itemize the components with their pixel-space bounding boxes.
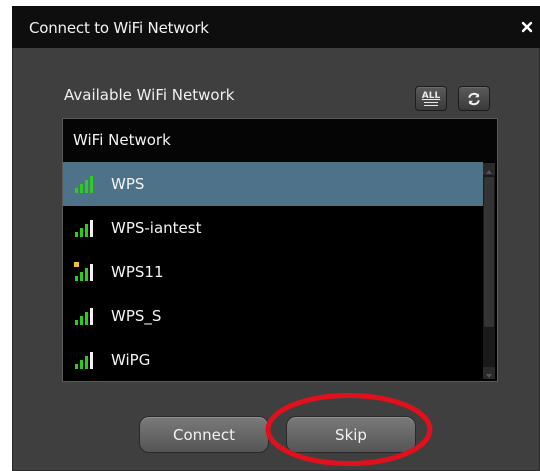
arrow-down-icon <box>486 374 492 378</box>
refresh-icon <box>468 92 480 105</box>
network-row[interactable]: WPS_S <box>63 294 483 338</box>
network-list: WiFi Network WPS WPS-iantest WPS11 WPS_S WiP… <box>62 118 498 382</box>
show-all-icon: ALL <box>421 90 441 106</box>
list-header-label: WiFi Network <box>73 131 171 149</box>
signal-strength-icon <box>75 220 93 237</box>
scrollbar[interactable] <box>483 163 495 379</box>
network-row[interactable]: WiPG <box>63 338 483 382</box>
section-label: Available WiFi Network <box>64 86 235 104</box>
network-row[interactable]: WPS-iantest <box>63 206 483 250</box>
signal-strength-icon <box>75 352 93 369</box>
network-name: WPS_S <box>111 307 162 325</box>
refresh-button[interactable] <box>458 86 490 111</box>
list-header: WiFi Network <box>63 119 497 161</box>
title-bar: Connect to WiFi Network <box>12 6 540 48</box>
dialog-title: Connect to WiFi Network <box>29 19 209 37</box>
signal-strength-icon <box>74 262 93 281</box>
network-name: WiPG <box>111 351 151 369</box>
scroll-up-arrow[interactable] <box>483 163 495 175</box>
wifi-dialog: Connect to WiFi Network Available WiFi N… <box>12 6 540 471</box>
show-all-text: ALL <box>421 90 441 101</box>
scroll-thumb[interactable] <box>484 177 494 327</box>
network-name: WPS <box>111 175 145 193</box>
close-icon[interactable] <box>520 20 534 34</box>
network-rows: WPS WPS-iantest WPS11 WPS_S WiPG <box>63 162 483 382</box>
signal-strength-icon <box>75 176 93 193</box>
network-name: WPS-iantest <box>111 219 202 237</box>
network-row[interactable]: WPS <box>63 162 483 206</box>
network-name: WPS11 <box>111 263 164 281</box>
signal-strength-icon <box>75 308 93 325</box>
scroll-down-arrow[interactable] <box>483 367 495 379</box>
connect-button[interactable]: Connect <box>139 416 269 453</box>
show-all-button[interactable]: ALL <box>415 86 447 111</box>
network-row[interactable]: WPS11 <box>63 250 483 294</box>
skip-button[interactable]: Skip <box>286 416 416 453</box>
